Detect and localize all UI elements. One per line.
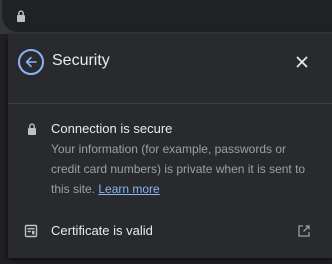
connection-description: Your information (for example, passwords… bbox=[51, 139, 316, 199]
open-in-new-icon[interactable] bbox=[297, 224, 311, 238]
certificate-row[interactable]: Certificate is valid bbox=[8, 214, 332, 248]
lock-icon bbox=[28, 123, 36, 135]
security-popup: Security Connection is secure Your infor… bbox=[8, 34, 332, 258]
browser-toolbar bbox=[0, 0, 332, 34]
divider bbox=[8, 103, 332, 104]
page-title: Security bbox=[52, 52, 110, 69]
back-button[interactable] bbox=[18, 49, 44, 75]
connection-status-title: Connection is secure bbox=[51, 121, 173, 136]
popup-header: Security bbox=[8, 34, 332, 102]
close-icon[interactable] bbox=[292, 52, 312, 72]
page-background bbox=[0, 34, 8, 264]
certificate-icon bbox=[24, 224, 38, 238]
certificate-label: Certificate is valid bbox=[51, 223, 153, 238]
learn-more-link[interactable]: Learn more bbox=[98, 182, 159, 196]
arrow-back-icon bbox=[25, 56, 37, 68]
connection-description-text: Your information (for example, passwords… bbox=[51, 142, 306, 196]
lock-icon[interactable] bbox=[14, 9, 28, 23]
address-bar[interactable] bbox=[2, 0, 332, 32]
